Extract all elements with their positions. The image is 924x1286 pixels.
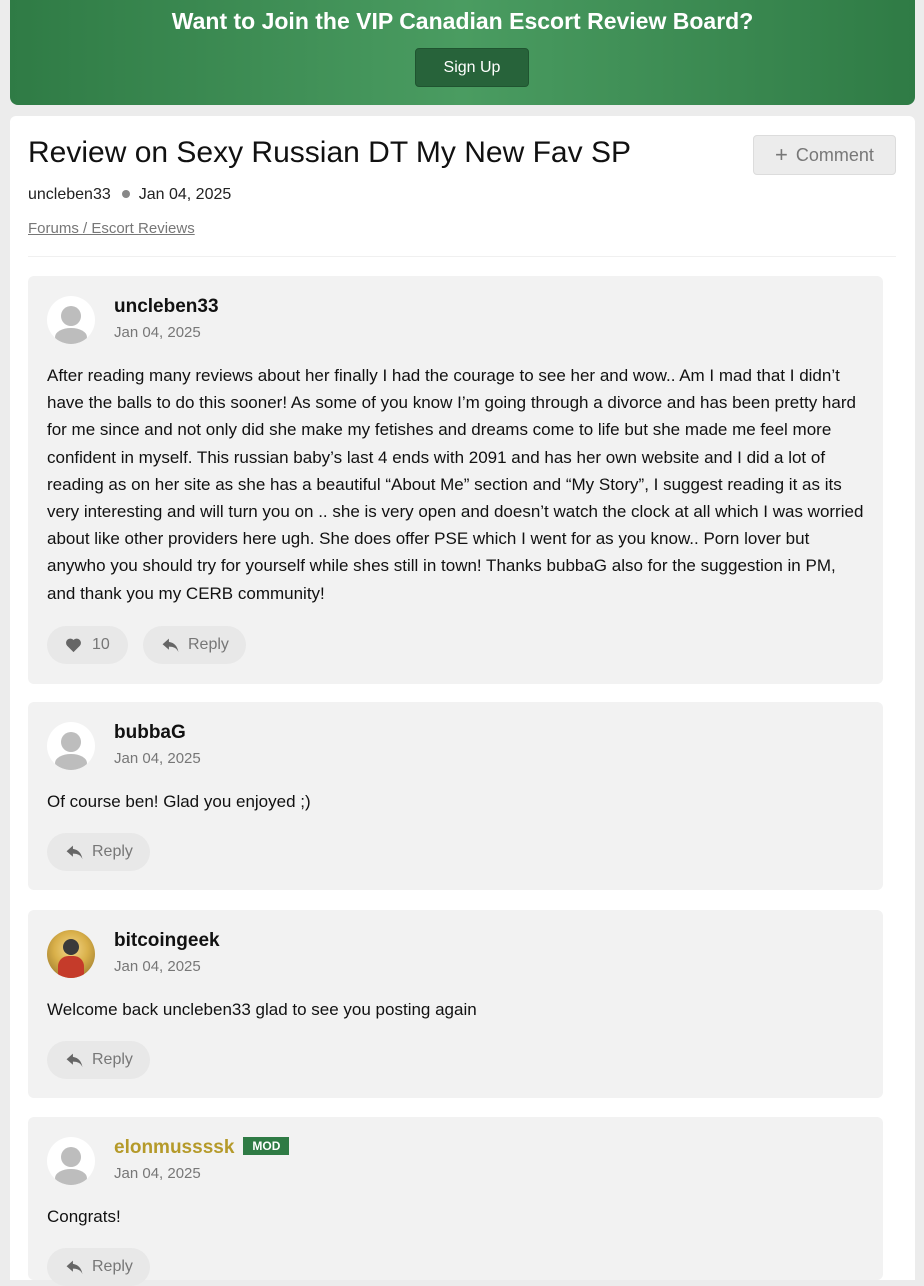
- reply-arrow-icon: [66, 845, 83, 860]
- reply-text: Welcome back uncleben33 glad to see you …: [47, 1000, 477, 1019]
- reply-username[interactable]: elonmussssk MOD: [114, 1137, 290, 1159]
- reply-text: After reading many reviews about her fin…: [47, 366, 864, 603]
- reply-username[interactable]: bitcoingeek: [114, 930, 220, 952]
- vip-banner: Want to Join the VIP Canadian Escort Rev…: [10, 0, 915, 105]
- reply-button[interactable]: Reply: [47, 1041, 150, 1079]
- photo-avatar-icon[interactable]: [47, 930, 95, 978]
- reply-card: bubbaG Jan 04, 2025 Of course ben! Glad …: [28, 702, 883, 890]
- page-title: Review on Sexy Russian DT My New Fav SP: [28, 136, 631, 169]
- sign-up-button[interactable]: Sign Up: [415, 48, 529, 87]
- reply-card: uncleben33 Jan 04, 2025 After reading ma…: [28, 276, 883, 684]
- reply-arrow-icon: [66, 1260, 83, 1275]
- reply-button-label: Reply: [188, 636, 229, 653]
- mod-username[interactable]: elonmussssk: [114, 1137, 234, 1158]
- reply-date: Jan 04, 2025: [114, 324, 201, 341]
- reply-date: Jan 04, 2025: [114, 1165, 201, 1182]
- reply-arrow-icon: [66, 1053, 83, 1068]
- default-avatar-icon[interactable]: [47, 1137, 95, 1185]
- reply-username[interactable]: bubbaG: [114, 722, 186, 744]
- post-meta: uncleben33 Jan 04, 2025: [28, 186, 231, 204]
- divider: [28, 256, 896, 257]
- comment-button[interactable]: + Comment: [753, 135, 896, 175]
- separator-dot-icon: [121, 190, 130, 198]
- reply-button-label: Reply: [92, 1051, 133, 1068]
- post-author[interactable]: uncleben33: [28, 186, 111, 203]
- reply-button-label: Reply: [92, 1258, 133, 1275]
- reply-button[interactable]: Reply: [47, 833, 150, 871]
- reply-date: Jan 04, 2025: [114, 750, 201, 767]
- reply-date: Jan 04, 2025: [114, 958, 201, 975]
- mod-badge: MOD: [243, 1137, 290, 1155]
- comment-button-label: Comment: [795, 145, 874, 165]
- breadcrumb[interactable]: Forums / Escort Reviews: [28, 220, 195, 237]
- heart-icon: [66, 638, 81, 653]
- reply-card: elonmussssk MOD Jan 04, 2025 Congrats! Re…: [28, 1117, 883, 1286]
- like-button[interactable]: 10: [47, 626, 128, 664]
- default-avatar-icon[interactable]: [47, 722, 95, 770]
- reply-button[interactable]: Reply: [47, 1248, 150, 1286]
- reply-username[interactable]: uncleben33: [114, 296, 219, 318]
- thread-card: Review on Sexy Russian DT My New Fav SP …: [10, 116, 915, 1286]
- reply-text: Congrats!: [47, 1207, 121, 1226]
- default-avatar-icon[interactable]: [47, 296, 95, 344]
- plus-icon: +: [775, 142, 788, 167]
- reply-button[interactable]: Reply: [143, 626, 246, 664]
- banner-title: Want to Join the VIP Canadian Escort Rev…: [171, 8, 754, 34]
- reply-button-label: Reply: [92, 843, 133, 860]
- reply-text: Of course ben! Glad you enjoyed ;): [47, 792, 311, 811]
- like-count: 10: [92, 636, 110, 653]
- post-date: Jan 04, 2025: [138, 186, 232, 203]
- reply-card: bitcoingeek Jan 04, 2025 Welcome back un…: [28, 910, 883, 1098]
- reply-arrow-icon: [162, 638, 179, 653]
